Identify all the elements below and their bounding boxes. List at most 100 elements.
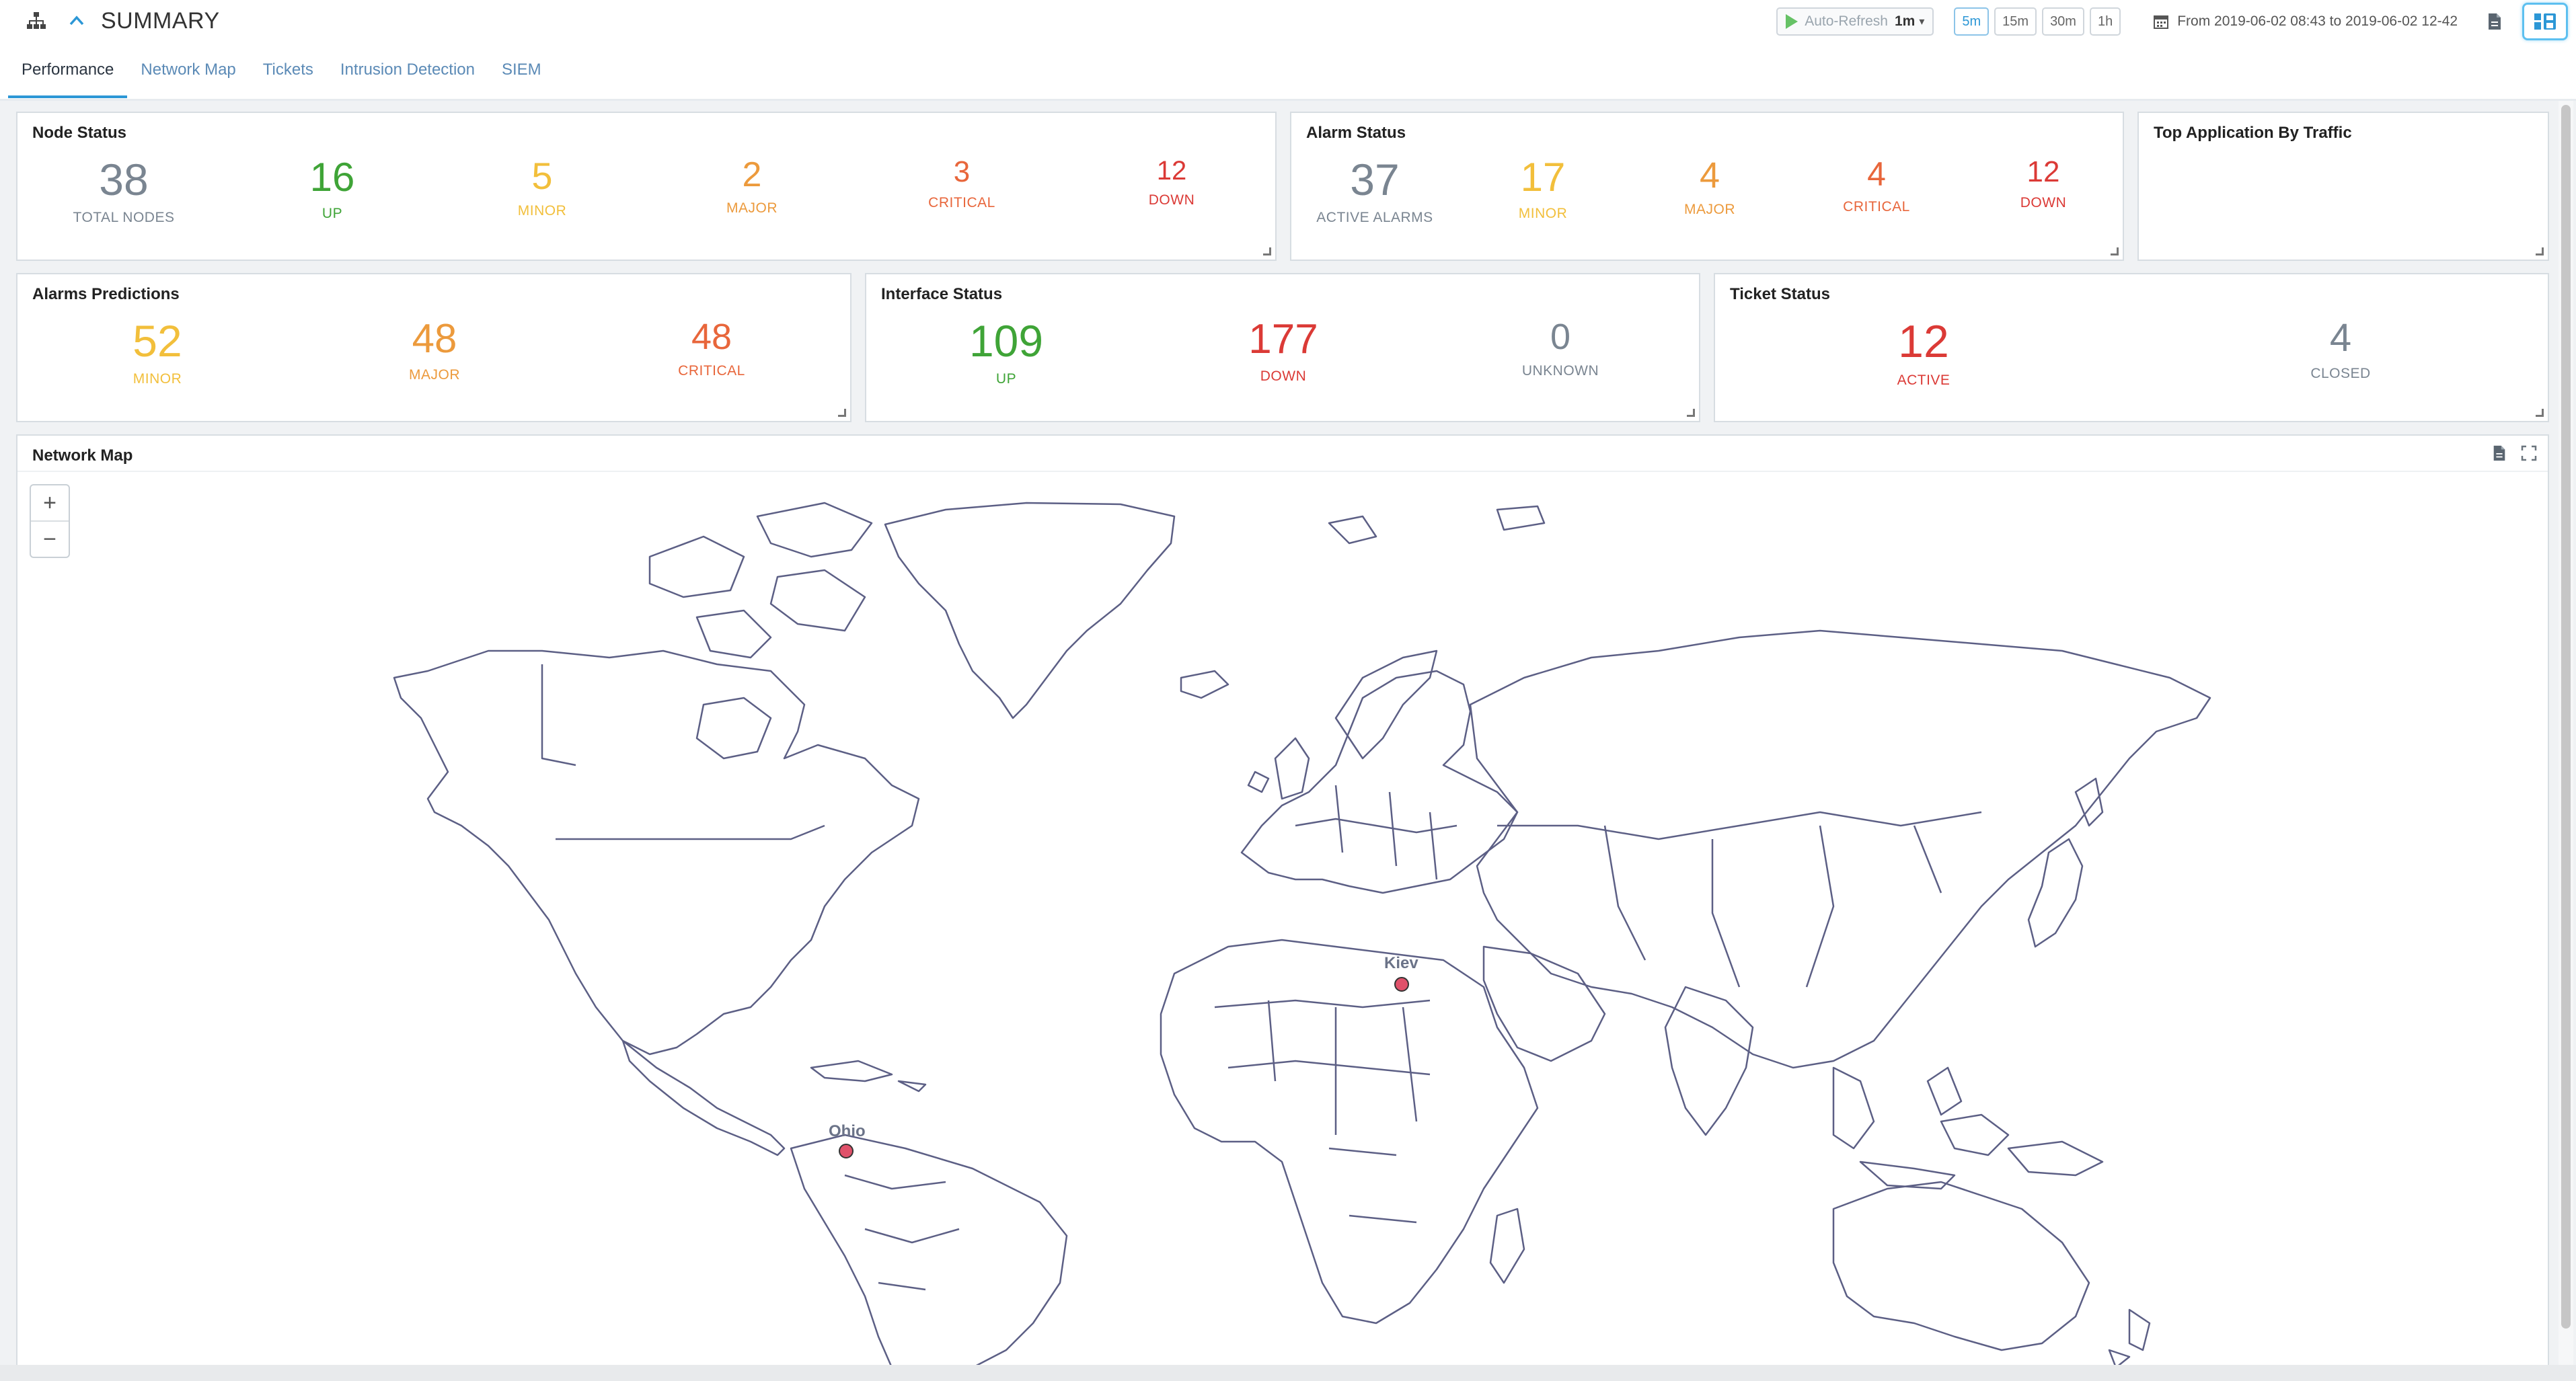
ticket-active-metric[interactable]: 12 ACTIVE <box>1897 319 1950 389</box>
interval-5m-button[interactable]: 5m <box>1954 7 1990 36</box>
metric-label: DOWN <box>2020 195 2067 210</box>
panel-title: Node Status <box>32 124 127 142</box>
page-title: SUMMARY <box>101 7 220 34</box>
node-minor-metric[interactable]: 5 MINOR <box>518 157 567 219</box>
resize-handle[interactable] <box>2111 247 2119 255</box>
alarm-major-metric[interactable]: 4 MAJOR <box>1684 157 1735 218</box>
alarm-down-metric[interactable]: 12 DOWN <box>2020 157 2067 211</box>
landmass-arabia <box>1482 945 1606 1062</box>
metric-label: UNKNOWN <box>1521 363 1599 379</box>
prediction-major-metric[interactable]: 48 MAJOR <box>409 319 460 383</box>
panel-title: Ticket Status <box>1730 285 1830 303</box>
marker-ohio[interactable] <box>839 1144 854 1158</box>
chevron-up-icon[interactable] <box>67 11 86 30</box>
metric-value: 17 <box>1520 155 1566 200</box>
vertical-scrollbar[interactable] <box>2559 101 2573 1365</box>
metric-value: 12 <box>1898 316 1949 367</box>
metric-label: UP <box>995 371 1017 387</box>
dashboard-save-button[interactable] <box>2522 3 2568 40</box>
sitemap-icon[interactable] <box>26 10 47 32</box>
landmass-caribbean <box>810 1060 927 1093</box>
metric-value: 48 <box>412 316 457 361</box>
metric-value: 16 <box>309 155 355 200</box>
interval-30m-button[interactable]: 30m <box>2042 7 2084 36</box>
interface-up-metric[interactable]: 109 UP <box>969 319 1043 387</box>
prediction-critical-metric[interactable]: 48 CRITICAL <box>678 319 745 379</box>
metric-label: TOTAL NODES <box>73 210 175 225</box>
calendar-icon[interactable] <box>2153 13 2169 30</box>
metric-label: MAJOR <box>726 200 778 216</box>
tab-siem[interactable]: SIEM <box>488 52 555 100</box>
metric-label: MINOR <box>1518 206 1568 221</box>
tab-intrusion-detection[interactable]: Intrusion Detection <box>327 52 488 100</box>
auto-refresh-button[interactable]: Auto-Refresh 1m ▾ <box>1776 7 1934 36</box>
landmass-africa <box>1160 939 1539 1325</box>
horizontal-scrollbar[interactable] <box>0 1365 2576 1381</box>
interface-down-metric[interactable]: 177 DOWN <box>1248 319 1318 385</box>
ticket-closed-metric[interactable]: 4 CLOSED <box>2310 319 2370 382</box>
auto-refresh-label: Auto-Refresh <box>1805 13 1888 29</box>
date-range[interactable]: From 2019-06-02 08:43 to 2019-06-02 12-4… <box>2177 13 2458 30</box>
border-europe <box>1295 785 1457 880</box>
landmass-iceland <box>1180 670 1229 699</box>
zoom-in-button[interactable]: + <box>31 485 69 522</box>
node-status-panel: Node Status 38 TOTAL NODES 16 UP 5 MINOR… <box>16 112 1277 261</box>
top-application-panel: Top Application By Traffic <box>2137 112 2549 261</box>
zoom-control: + − <box>30 484 70 558</box>
border-alaska <box>541 664 576 766</box>
metric-label: CRITICAL <box>928 195 995 210</box>
metric-value: 109 <box>969 316 1044 366</box>
resize-handle[interactable] <box>1263 247 1271 255</box>
prediction-minor-metric[interactable]: 52 MINOR <box>132 319 182 387</box>
alarm-active-metric[interactable]: 37 ACTIVE ALARMS <box>1316 157 1433 226</box>
metric-label: MAJOR <box>1684 202 1735 217</box>
panel-divider <box>17 471 2548 472</box>
node-up-metric[interactable]: 16 UP <box>310 157 355 222</box>
resize-handle[interactable] <box>2536 409 2544 417</box>
node-critical-metric[interactable]: 3 CRITICAL <box>928 157 995 211</box>
marker-kiev[interactable] <box>1394 977 1409 992</box>
alarm-critical-metric[interactable]: 4 CRITICAL <box>1843 157 1910 215</box>
metric-label: MINOR <box>132 371 182 387</box>
tab-performance[interactable]: Performance <box>8 52 128 100</box>
metric-label: ACTIVE <box>1897 372 1950 388</box>
play-icon <box>1786 14 1798 29</box>
border-asia <box>1497 811 1982 988</box>
metric-label: ACTIVE ALARMS <box>1316 210 1433 225</box>
metric-label: CRITICAL <box>678 363 745 379</box>
node-major-metric[interactable]: 2 MAJOR <box>726 157 778 216</box>
alarm-minor-metric[interactable]: 17 MINOR <box>1519 157 1568 222</box>
alarms-predictions-panel: Alarms Predictions 52 MINOR 48 MAJOR 48 … <box>16 273 851 422</box>
metric-label: CRITICAL <box>1843 199 1910 214</box>
zoom-out-button[interactable]: − <box>31 522 69 557</box>
landmass-scandinavia <box>1334 649 1438 760</box>
tab-bar: Performance Network Map Tickets Intrusio… <box>8 52 555 100</box>
title-bar: SUMMARY <box>26 0 220 42</box>
fullscreen-icon[interactable] <box>2521 445 2537 461</box>
landmass-asia <box>1469 629 2211 1069</box>
tab-tickets[interactable]: Tickets <box>250 52 327 100</box>
interface-unknown-metric[interactable]: 0 UNKNOWN <box>1522 319 1599 379</box>
resize-handle[interactable] <box>1687 409 1695 417</box>
resize-handle[interactable] <box>2536 247 2544 255</box>
landmass-southeast-asia <box>1832 1066 2104 1190</box>
landmass-central-america <box>621 1039 786 1156</box>
export-icon[interactable] <box>2491 445 2507 461</box>
landmass-india <box>1664 986 1754 1136</box>
node-down-metric[interactable]: 12 DOWN <box>1149 157 1195 208</box>
world-map[interactable]: Ohio Kiev <box>17 476 2549 1366</box>
landmass-north-america <box>393 649 920 1056</box>
interval-1h-button[interactable]: 1h <box>2089 7 2121 36</box>
metric-value: 0 <box>1550 317 1571 357</box>
border-us-canada <box>556 824 825 840</box>
landmass-south-america <box>790 1134 1068 1365</box>
metric-label: CLOSED <box>2310 366 2371 381</box>
metric-value: 12 <box>1156 156 1187 186</box>
landmass-svalbard <box>1328 505 1546 545</box>
node-total-metric[interactable]: 38 TOTAL NODES <box>73 157 175 226</box>
scrollbar-thumb[interactable] <box>2561 105 2571 1329</box>
resize-handle[interactable] <box>838 409 846 417</box>
tab-network-map[interactable]: Network Map <box>127 52 249 100</box>
export-pdf-icon[interactable] <box>2487 13 2502 30</box>
interval-15m-button[interactable]: 15m <box>1994 7 2037 36</box>
